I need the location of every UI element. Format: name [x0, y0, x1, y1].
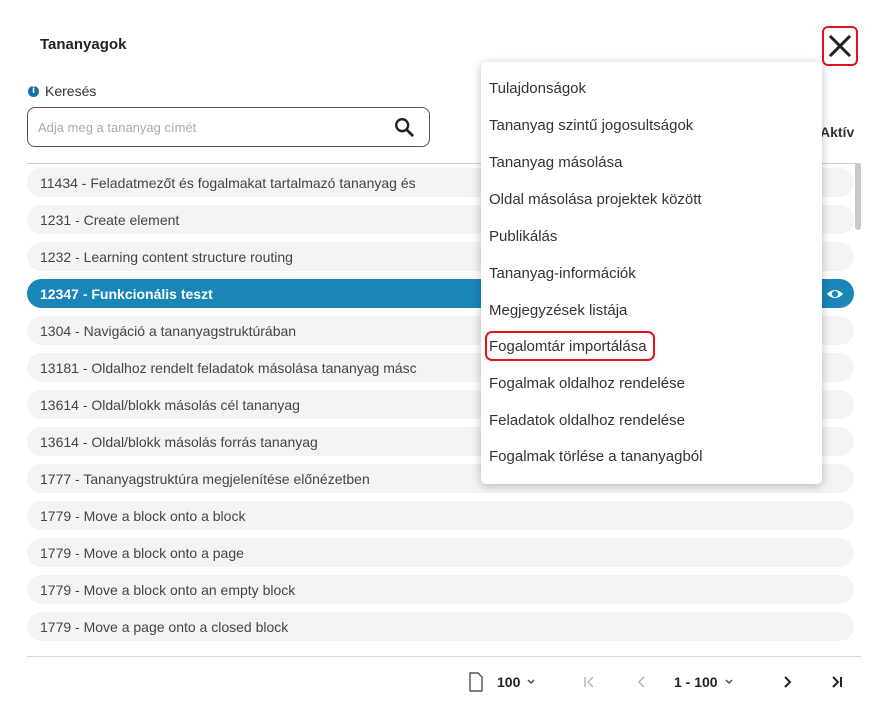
search-icon[interactable] — [393, 116, 415, 138]
page-range-selector[interactable]: 1 - 100 — [674, 670, 734, 694]
prev-page-button[interactable] — [636, 670, 648, 694]
close-button[interactable] — [822, 26, 858, 66]
list-item-label: 1779 - Move a block onto an empty block — [40, 581, 296, 598]
menu-item-permissions[interactable]: Tananyag szintű jogosultságok — [489, 117, 693, 134]
menu-item-comments[interactable]: Megjegyzések listája — [489, 302, 627, 319]
search-label: Keresés — [45, 83, 97, 99]
page-range: 1 - 100 — [674, 674, 718, 690]
menu-item-import-glossary[interactable]: Fogalomtár importálása — [485, 331, 655, 361]
page-title: Tananyagok — [40, 36, 127, 53]
scrollbar-thumb[interactable] — [855, 163, 861, 230]
list-item-label: 1232 - Learning content structure routin… — [40, 248, 293, 265]
chevron-right-icon[interactable] — [781, 675, 793, 689]
list-item[interactable]: 1779 - Move a page onto a closed block — [27, 612, 854, 641]
list-item-label: 1779 - Move a page onto a closed block — [40, 618, 289, 635]
list-item-label: 13614 - Oldal/blokk másolás cél tananyag — [40, 396, 300, 413]
search-input[interactable] — [28, 118, 393, 136]
eye-icon[interactable] — [826, 285, 844, 303]
list-item[interactable]: 1779 - Move a block onto an empty block — [27, 575, 854, 604]
last-page-button[interactable] — [830, 670, 844, 694]
list-item-label: 1231 - Create element — [40, 211, 180, 228]
first-page-icon[interactable] — [582, 675, 596, 689]
menu-item-delete-terms[interactable]: Fogalmak törlése a tananyagból — [489, 448, 702, 465]
list-item[interactable]: 1779 - Move a block onto a block — [27, 501, 854, 530]
info-icon: i — [28, 85, 39, 97]
list-item-label: 13614 - Oldal/blokk másolás forrás tanan… — [40, 433, 318, 450]
chevron-left-icon[interactable] — [636, 675, 648, 689]
menu-item-copy-content[interactable]: Tananyag másolása — [489, 154, 622, 171]
list-item-label: 1304 - Navigáció a tananyagstruktúrában — [40, 322, 297, 339]
page-size-value: 100 — [497, 674, 521, 690]
column-header-active[interactable]: Aktív — [820, 124, 854, 140]
list-item-label: 11434 - Feladatmezőt és fogalmakat tarta… — [40, 174, 416, 191]
menu-item-info[interactable]: Tananyag-információk — [489, 265, 636, 282]
list-item-label: 13181 - Oldalhoz rendelt feladatok másol… — [40, 359, 417, 376]
search-label-group: i Keresés — [28, 83, 96, 99]
list-item[interactable]: 1779 - Move a block onto a page — [27, 538, 854, 567]
page-size-selector[interactable]: 100 — [469, 670, 536, 694]
chevron-down-icon — [527, 679, 535, 684]
list-item-label: 12347 - Funkcionális teszt — [40, 285, 213, 302]
first-page-button[interactable] — [582, 670, 596, 694]
list-item-label: 1777 - Tananyagstruktúra megjelenítése e… — [40, 470, 370, 487]
footer-divider — [27, 656, 861, 657]
document-icon — [469, 672, 483, 692]
chevron-down-icon — [725, 679, 733, 684]
menu-item-assign-tasks[interactable]: Feladatok oldalhoz rendelése — [489, 412, 685, 429]
context-menu: Tulajdonságok Tananyag szintű jogosultsá… — [481, 62, 822, 484]
menu-item-publish[interactable]: Publikálás — [489, 228, 557, 245]
last-page-icon[interactable] — [830, 675, 844, 689]
list-item-label: 1779 - Move a block onto a page — [40, 544, 244, 561]
menu-item-properties[interactable]: Tulajdonságok — [489, 80, 586, 97]
search-box[interactable] — [27, 107, 430, 147]
close-icon[interactable] — [828, 34, 852, 58]
menu-item-assign-terms[interactable]: Fogalmak oldalhoz rendelése — [489, 375, 685, 392]
list-item-label: 1779 - Move a block onto a block — [40, 507, 246, 524]
menu-item-copy-page[interactable]: Oldal másolása projektek között — [489, 191, 702, 208]
next-page-button[interactable] — [781, 670, 793, 694]
